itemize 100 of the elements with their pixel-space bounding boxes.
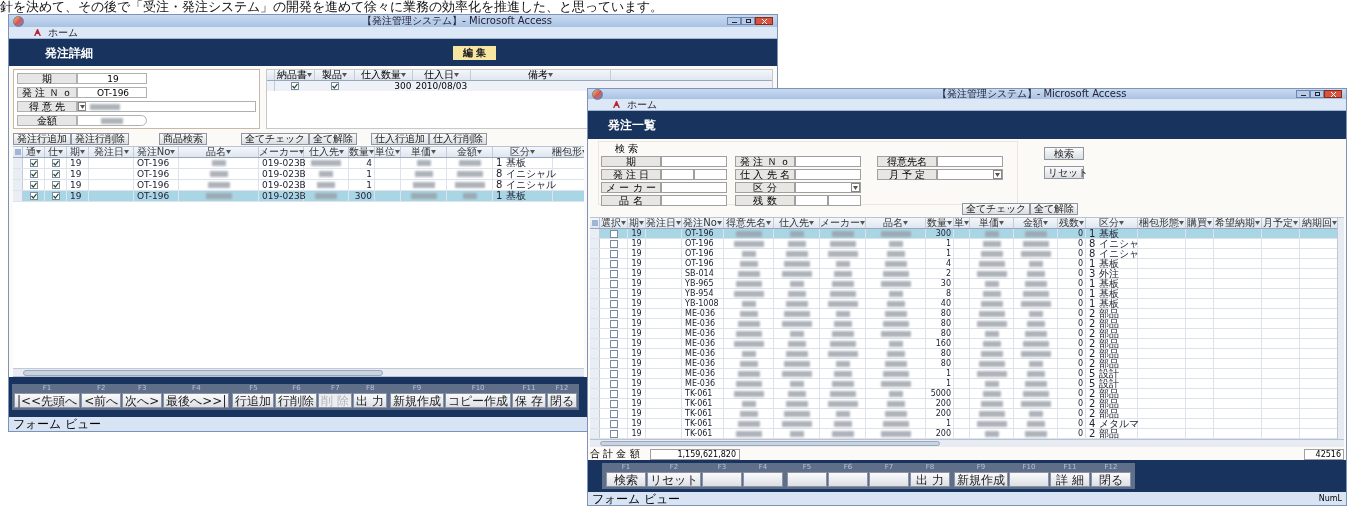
table-row[interactable]: 19 OT-196 019-023B 300 1 基板 <box>13 191 584 202</box>
select-all-icon[interactable] <box>14 149 21 155</box>
checkbox[interactable] <box>609 429 618 438</box>
table-row[interactable]: 19 OT-196 300 0 1 基板 <box>590 229 1337 239</box>
table-row[interactable]: 19 OT-196 019-023B 4 1 基板 <box>13 158 584 169</box>
office-orb-icon[interactable] <box>13 15 24 27</box>
sort-arrow-icon[interactable] <box>766 221 771 225</box>
form-button[interactable]: 商品検索 <box>159 133 207 145</box>
function-button[interactable]: リセット <box>647 472 701 487</box>
column-header[interactable]: 単位 <box>375 147 395 157</box>
sort-arrow-icon[interactable] <box>676 221 681 225</box>
form-button[interactable]: リセット <box>1044 166 1084 179</box>
sort-arrow-icon[interactable] <box>1332 221 1337 225</box>
function-button[interactable]: <前へ <box>81 393 122 408</box>
table-row[interactable]: 19 OT-196 1 0 8 イニシャ <box>590 239 1337 249</box>
input-field[interactable] <box>828 195 861 206</box>
sort-arrow-icon[interactable] <box>80 150 85 154</box>
checkbox[interactable] <box>609 329 618 338</box>
function-button[interactable]: 保 存 <box>512 393 546 408</box>
checkbox[interactable] <box>609 249 618 258</box>
input-field[interactable] <box>694 169 727 180</box>
sort-arrow-icon[interactable] <box>947 221 952 225</box>
function-button[interactable] <box>743 472 783 487</box>
checkbox[interactable] <box>609 369 618 378</box>
function-button[interactable] <box>828 472 868 487</box>
table-row[interactable]: 19 TK-061 5000 0 2 部品 <box>590 389 1337 399</box>
table-row[interactable]: 19 ME-036 1 0 5 設計 <box>590 379 1337 389</box>
column-header[interactable]: 仕入先 <box>779 218 809 228</box>
checkbox[interactable] <box>609 409 618 418</box>
sort-arrow-icon[interactable] <box>395 150 400 154</box>
column-header[interactable]: 梱包形 <box>552 147 582 157</box>
table-row[interactable]: 19 ME-036 80 0 2 部品 <box>590 309 1337 319</box>
function-button[interactable]: 行追加 <box>232 393 275 408</box>
access-app-icon[interactable] <box>612 100 621 109</box>
checkbox[interactable] <box>609 229 618 238</box>
combo-field[interactable] <box>937 169 1003 180</box>
function-button[interactable]: 最後へ>>| <box>163 393 230 408</box>
sort-arrow-icon[interactable] <box>369 150 374 154</box>
ribbon-tab[interactable]: ホーム <box>627 99 657 110</box>
checkbox[interactable] <box>51 170 60 178</box>
sort-arrow-icon[interactable] <box>999 221 1004 225</box>
column-header[interactable]: 仕入日 <box>424 70 455 80</box>
table-row[interactable]: 19 ME-036 80 0 2 部品 <box>590 349 1337 359</box>
function-button[interactable]: コピー作成 <box>445 393 512 408</box>
sort-arrow-icon[interactable] <box>170 150 176 154</box>
input-field[interactable] <box>795 195 828 206</box>
column-header[interactable]: 金額 <box>457 147 477 157</box>
sort-arrow-icon[interactable] <box>639 221 644 225</box>
column-header[interactable]: 単 <box>954 218 964 228</box>
sort-arrow-icon[interactable] <box>548 73 554 77</box>
checkbox[interactable] <box>609 339 618 348</box>
sort-arrow-icon[interactable] <box>1207 221 1212 225</box>
checkbox[interactable] <box>29 170 38 178</box>
column-header[interactable]: 納品書 <box>277 70 308 80</box>
table-row[interactable]: 19 OT-196 019-023B 1 8 イニシャル <box>13 180 584 191</box>
edit-button[interactable]: 編 集 <box>453 45 497 60</box>
combo-field[interactable] <box>795 182 861 193</box>
sort-arrow-icon[interactable] <box>903 221 908 225</box>
sort-arrow-icon[interactable] <box>401 73 407 77</box>
function-button[interactable]: 閉る <box>1091 472 1131 487</box>
function-button[interactable] <box>1009 472 1049 487</box>
table-row[interactable]: 19 TK-061 200 0 2 部品 <box>590 429 1337 439</box>
vertical-scrollbar[interactable] <box>1337 218 1344 439</box>
form-button[interactable]: 全てチェック <box>241 133 309 145</box>
column-header[interactable]: 数量 <box>927 218 947 228</box>
column-header[interactable]: 仕入先 <box>308 147 339 157</box>
column-header[interactable]: メーカー <box>820 218 860 228</box>
close-icon[interactable] <box>1324 90 1342 98</box>
column-header[interactable]: 金額 <box>1023 218 1043 228</box>
sort-arrow-icon[interactable] <box>298 150 304 154</box>
form-button[interactable]: 仕入行追加 <box>371 133 429 145</box>
input-field[interactable] <box>795 156 861 167</box>
close-icon[interactable] <box>755 17 773 25</box>
sort-arrow-icon[interactable] <box>123 150 129 154</box>
column-header[interactable]: 備考 <box>528 70 549 80</box>
column-header[interactable]: 品名 <box>883 218 903 228</box>
input-field[interactable] <box>661 156 727 167</box>
checkbox[interactable] <box>609 289 618 298</box>
function-button[interactable]: 検索 <box>606 472 646 487</box>
function-button[interactable]: 閉る <box>546 393 577 408</box>
column-header[interactable]: 購買 <box>1187 218 1207 228</box>
function-button[interactable]: 新規作成 <box>390 393 445 408</box>
input-field[interactable] <box>937 156 1003 167</box>
checkbox[interactable] <box>609 299 618 308</box>
table-row[interactable]: 19 SB-014 2 0 3 外注 <box>590 269 1337 279</box>
checkbox[interactable] <box>609 399 618 408</box>
function-button[interactable]: 行削除 <box>275 393 318 408</box>
sort-arrow-icon[interactable] <box>431 150 436 154</box>
combo-field[interactable] <box>77 101 257 112</box>
column-header[interactable]: 仕入数量 <box>361 70 402 80</box>
sort-arrow-icon[interactable] <box>809 221 814 225</box>
table-row[interactable]: 19 YB-1008 40 0 1 基板 <box>590 299 1337 309</box>
column-header[interactable]: 得意先名 <box>726 218 766 228</box>
input-field[interactable] <box>661 182 727 193</box>
form-button[interactable]: 全て解除 <box>309 133 357 145</box>
table-row[interactable]: 19 OT-196 1 0 8 イニシャ <box>590 249 1337 259</box>
column-header[interactable]: 希望納期 <box>1215 218 1255 228</box>
sort-arrow-icon[interactable] <box>1079 221 1084 225</box>
function-button[interactable]: 次へ> <box>122 393 163 408</box>
checkbox[interactable] <box>609 239 618 248</box>
